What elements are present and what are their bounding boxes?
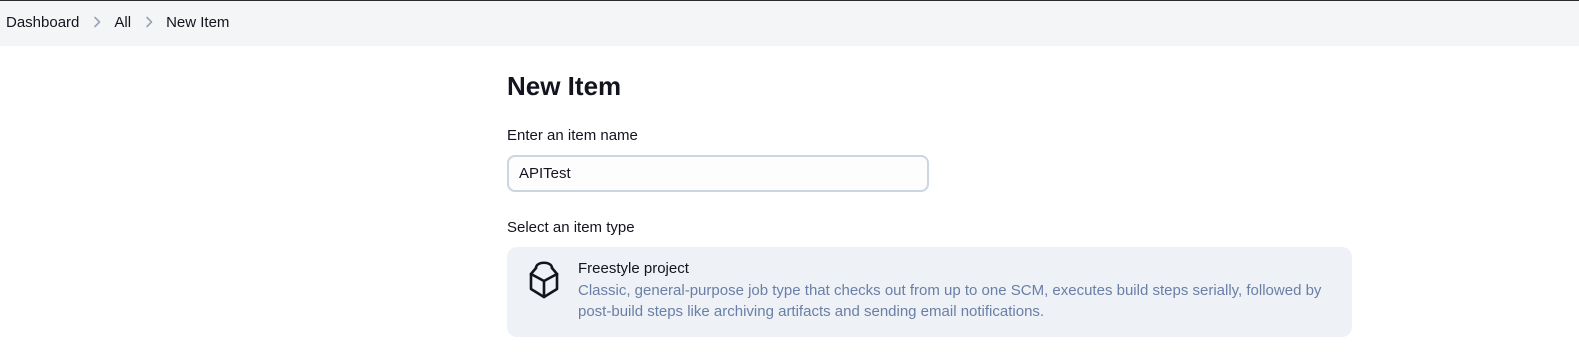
item-type-label: Select an item type (507, 219, 635, 236)
item-type-description: Classic, general-purpose job type that c… (578, 282, 1322, 320)
chevron-right-icon (79, 13, 114, 33)
breadcrumb-new-item[interactable]: New Item (166, 13, 229, 33)
item-type-title: Freestyle project (578, 260, 689, 277)
chevron-right-icon (131, 13, 166, 33)
breadcrumb-all[interactable]: All (114, 13, 131, 33)
item-name-label: Enter an item name (507, 127, 638, 144)
breadcrumb-dashboard[interactable]: Dashboard (6, 13, 79, 33)
page-title: New Item (507, 71, 622, 101)
item-name-input[interactable] (507, 155, 929, 192)
freestyle-cube-icon (525, 259, 563, 301)
item-type-option-freestyle[interactable]: Freestyle project Classic, general-purpo… (507, 247, 1352, 337)
breadcrumb-bar: Dashboard All New Item (0, 1, 1579, 46)
breadcrumb: Dashboard All New Item (6, 13, 229, 33)
